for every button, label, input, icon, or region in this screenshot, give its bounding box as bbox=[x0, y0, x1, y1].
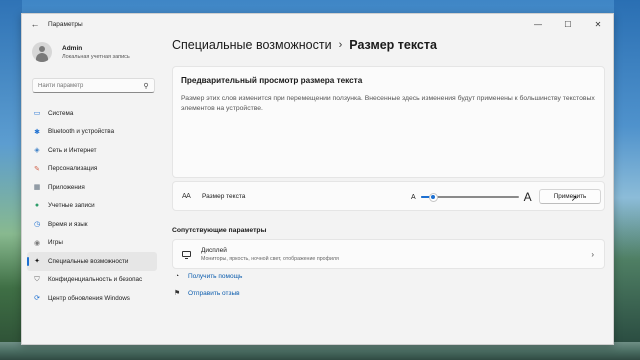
apply-button[interactable]: Применить bbox=[539, 189, 601, 204]
search-icon[interactable]: ⚲ bbox=[138, 82, 154, 90]
related-settings-title: Сопутствующие параметры bbox=[172, 227, 267, 234]
search-input[interactable] bbox=[38, 82, 138, 89]
brush-icon: ✎ bbox=[34, 165, 40, 173]
search-box[interactable]: ⚲ bbox=[32, 78, 155, 93]
accounts-icon: ● bbox=[34, 202, 40, 210]
user-profile[interactable]: Admin Локальная учетная запись bbox=[32, 42, 130, 62]
page-title: Размер текста bbox=[349, 38, 437, 52]
get-help-label[interactable]: Получить помощь bbox=[188, 273, 242, 280]
games-icon: ◉ bbox=[33, 239, 41, 247]
sidebar-item-label: Приложения bbox=[48, 183, 85, 191]
sidebar-item-label: Учетные записи bbox=[48, 202, 95, 210]
text-size-icon: AA bbox=[182, 192, 191, 200]
back-arrow-icon: ← bbox=[30, 19, 40, 29]
text-size-setting-card: AA Размер текста A A Применить ➚ bbox=[172, 181, 605, 211]
display-settings-card[interactable]: Дисплей Мониторы, яркость, ночной свет, … bbox=[172, 239, 605, 269]
breadcrumb-parent[interactable]: Специальные возможности bbox=[172, 38, 332, 52]
text-size-slider[interactable] bbox=[420, 192, 519, 202]
monitor-icon bbox=[182, 251, 191, 259]
text-size-preview-card: Предварительный просмотр размера текста … bbox=[172, 66, 605, 178]
title-bar: ← Параметры — ☐ ✕ bbox=[22, 14, 613, 34]
window-controls: — ☐ ✕ bbox=[523, 14, 613, 34]
sidebar-nav: ▭ Система ✱ Bluetooth и устройства ◈ Сеть и И… bbox=[27, 104, 157, 308]
sidebar-item-label: Время и язык bbox=[48, 220, 88, 228]
sidebar-item[interactable]: ◉ Игры bbox=[27, 234, 157, 253]
mouse-cursor-icon: ➚ bbox=[571, 194, 578, 203]
minimize-button[interactable]: — bbox=[523, 14, 553, 34]
display-subtitle: Мониторы, яркость, ночной свет, отображе… bbox=[201, 255, 339, 262]
bluetooth-icon: ✱ bbox=[34, 128, 40, 136]
back-button[interactable]: ← bbox=[26, 15, 44, 33]
accessibility-icon: ✦ bbox=[34, 258, 40, 266]
send-feedback-link[interactable]: ⚑ Отправить отзыв bbox=[172, 289, 240, 298]
sidebar-item[interactable]: ◈ Сеть и Интернет bbox=[27, 141, 157, 160]
sidebar-item[interactable]: ✱ Bluetooth и устройства bbox=[27, 123, 157, 142]
preview-title: Предварительный просмотр размера текста bbox=[181, 76, 363, 85]
breadcrumb-separator: › bbox=[338, 39, 343, 51]
sidebar-item-label: Центр обновления Windows bbox=[48, 294, 130, 302]
sidebar-item[interactable]: ⛉ Конфиденциальность и безопас bbox=[27, 271, 157, 290]
sidebar-item-label: Персонализация bbox=[48, 165, 98, 173]
maximize-button[interactable]: ☐ bbox=[553, 14, 583, 34]
network-icon: ◈ bbox=[34, 147, 40, 155]
display-title: Дисплей bbox=[201, 246, 227, 254]
send-feedback-label[interactable]: Отправить отзыв bbox=[188, 290, 240, 297]
slider-min-label: A bbox=[411, 193, 416, 201]
system-icon: ▭ bbox=[33, 110, 41, 118]
chevron-right-icon: › bbox=[591, 249, 594, 259]
profile-account-type: Локальная учетная запись bbox=[62, 53, 130, 60]
sidebar-item-label: Система bbox=[48, 109, 74, 117]
profile-name: Admin bbox=[62, 44, 83, 52]
sidebar-item[interactable]: ● Учетные записи bbox=[27, 197, 157, 216]
feedback-icon: ⚑ bbox=[173, 290, 181, 297]
close-button[interactable]: ✕ bbox=[583, 14, 613, 34]
sidebar-item[interactable]: ▭ Система bbox=[27, 104, 157, 123]
time-language-icon: ◷ bbox=[33, 221, 41, 229]
text-size-label: Размер текста bbox=[202, 192, 246, 200]
text-size-slider-group: A A bbox=[411, 189, 532, 205]
sidebar-item[interactable]: ✦ Специальные возможности bbox=[27, 252, 157, 271]
sidebar-item-label: Сеть и Интернет bbox=[48, 146, 97, 154]
update-icon: ⟳ bbox=[34, 295, 40, 303]
settings-window: ← Параметры — ☐ ✕ Admin Локальная учетна… bbox=[21, 13, 614, 345]
desktop-wallpaper-left bbox=[0, 0, 22, 360]
slider-max-label: A bbox=[523, 190, 532, 204]
sidebar-item[interactable]: ✎ Персонализация bbox=[27, 160, 157, 179]
avatar bbox=[32, 42, 52, 62]
apps-icon: ▦ bbox=[33, 184, 41, 192]
sidebar-item-label: Игры bbox=[48, 239, 63, 247]
breadcrumb: Специальные возможности › Размер текста bbox=[172, 38, 437, 52]
sidebar-item-label: Bluetooth и устройства bbox=[48, 128, 115, 136]
desktop-wallpaper-right bbox=[614, 0, 640, 360]
get-help-link[interactable]: ◔ Получить помощь bbox=[172, 273, 242, 280]
slider-thumb[interactable] bbox=[428, 192, 438, 202]
shield-icon: ⛉ bbox=[34, 275, 40, 283]
sidebar-item-label: Конфиденциальность и безопас bbox=[48, 276, 143, 284]
sidebar-item[interactable]: ◷ Время и язык bbox=[27, 215, 157, 234]
sidebar-item-label: Специальные возможности bbox=[48, 257, 129, 265]
app-title: Параметры bbox=[48, 20, 83, 28]
help-icon: ◔ bbox=[174, 273, 180, 280]
sidebar-item[interactable]: ▦ Приложения bbox=[27, 178, 157, 197]
sidebar-item[interactable]: ⟳ Центр обновления Windows bbox=[27, 289, 157, 308]
preview-text: Размер этих слов изменится при перемещен… bbox=[181, 95, 595, 112]
